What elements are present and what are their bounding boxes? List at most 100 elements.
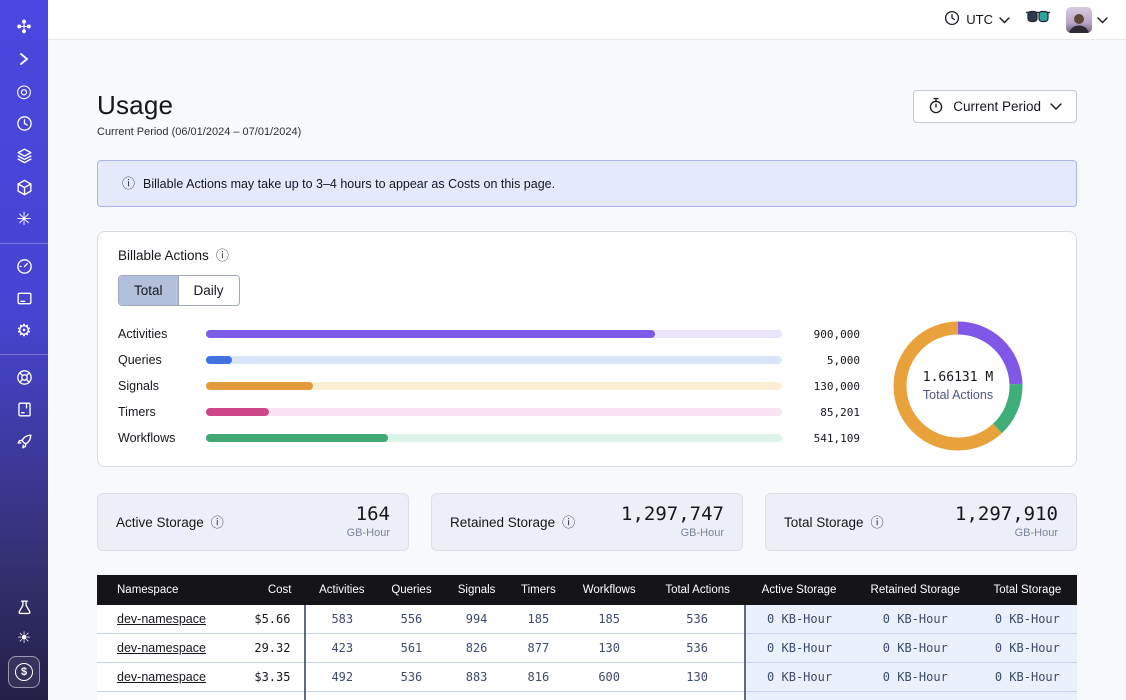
value-cell: 826 (445, 634, 509, 663)
info-icon[interactable] (216, 249, 229, 262)
bar-row-workflows: Workflows 541,109 (118, 425, 860, 451)
bar-fill (206, 382, 313, 390)
column-header-total-actions: Total Actions (650, 575, 745, 605)
deployments-cube-icon[interactable] (9, 172, 39, 202)
timezone-picker[interactable]: UTC (944, 10, 1010, 29)
support-lifebuoy-icon[interactable] (9, 362, 39, 392)
layers-icon[interactable] (9, 140, 39, 170)
value-cell: 994 (445, 605, 509, 634)
info-icon[interactable] (871, 516, 884, 529)
clock-icon (944, 10, 960, 29)
bar-label: Workflows (118, 431, 206, 445)
expand-chevron-icon[interactable] (9, 44, 39, 74)
bar-track (206, 434, 782, 442)
empty-cell (378, 692, 445, 700)
docs-book-icon[interactable] (9, 394, 39, 424)
column-header-total-storage: Total Storage (978, 575, 1077, 605)
namespaces-icon[interactable]: ◎ (9, 76, 39, 106)
bar-track (206, 382, 782, 390)
storage-summary-row: Active Storage164GB-Hour Retained Storage… (97, 493, 1077, 551)
empty-cell (235, 692, 305, 700)
billable-view-tabs: TotalDaily (118, 275, 240, 306)
timezone-label: UTC (966, 12, 993, 27)
user-avatar (1066, 7, 1092, 33)
bar-row-activities: Activities900,000 (118, 321, 860, 347)
namespace-link[interactable]: dev-namespace (117, 641, 206, 655)
namespace-cell: dev-namespace (97, 605, 235, 634)
value-cell: 0 KB-Hour (745, 605, 853, 634)
active-storage-card: Active Storage164GB-Hour (97, 493, 409, 551)
empty-cell (853, 692, 978, 700)
page-title: Usage (97, 90, 301, 121)
storage-card-label: Retained Storage (450, 515, 555, 530)
value-cell: 883 (445, 663, 509, 692)
bar-row-queries: Queries5,000 (118, 347, 860, 373)
theme-sun-icon[interactable]: ☀ (9, 624, 39, 654)
info-banner: Billable Actions may take up to 3–4 hour… (97, 160, 1077, 207)
namespace-link[interactable]: dev-namespace (117, 612, 206, 626)
chevron-down-icon (1050, 99, 1062, 114)
total-actions-donut: 1.66131 M Total Actions (860, 320, 1056, 452)
column-header-queries: Queries (378, 575, 445, 605)
value-cell: 0 KB-Hour (853, 605, 978, 634)
column-header-active-storage: Active Storage (745, 575, 853, 605)
value-cell: 877 (508, 634, 568, 663)
labs-flask-icon[interactable] (9, 592, 39, 622)
value-cell: 561 (378, 634, 445, 663)
bar-track (206, 330, 782, 338)
page-title-block: Usage Current Period (06/01/2024 – 07/01… (97, 90, 301, 138)
namespace-link[interactable]: dev-namespace (117, 670, 206, 684)
sidebar-nav: ✣ ◎ ✳ ⚙ ☀ (0, 0, 48, 700)
schedules-clock-icon[interactable] (9, 108, 39, 138)
main-area: UTC Usage Curren (48, 0, 1126, 700)
bar-label: Timers (118, 405, 206, 419)
empty-cell (745, 692, 853, 700)
billable-bar-chart: Activities900,000Queries5,000Signals130,… (118, 321, 860, 451)
tab-total[interactable]: Total (119, 276, 178, 305)
value-cell: 0 KB-Hour (853, 663, 978, 692)
tab-daily[interactable]: Daily (178, 276, 239, 305)
period-selector-button[interactable]: Current Period (913, 90, 1077, 123)
bar-label: Signals (118, 379, 206, 393)
getting-started-rocket-icon[interactable] (9, 426, 39, 456)
table-row: dev-namespace$5.665835569941851855360 KB… (97, 605, 1077, 634)
billable-actions-card: Billable Actions TotalDaily Activities90… (97, 231, 1077, 467)
empty-cell (978, 692, 1077, 700)
empty-cell (445, 692, 509, 700)
info-icon[interactable] (211, 516, 224, 529)
feedback-glasses-icon[interactable] (1026, 10, 1050, 29)
temporal-logo-icon[interactable]: ✣ (9, 12, 39, 42)
table-row-partial (97, 692, 1077, 700)
bar-fill (206, 330, 655, 338)
info-icon[interactable] (562, 516, 575, 529)
usage-gauge-icon[interactable] (9, 251, 39, 281)
storage-card-unit: GB-Hour (955, 527, 1058, 540)
column-header-namespace: Namespace (97, 575, 235, 605)
cost-cell: 29.32 (235, 634, 305, 663)
namespace-usage-table: NamespaceCostActivitiesQueriesSignalsTim… (97, 575, 1077, 700)
storage-card-unit: GB-Hour (621, 527, 724, 540)
storage-card-label: Total Storage (784, 515, 864, 530)
empty-cell (650, 692, 745, 700)
billable-actions-title: Billable Actions (118, 248, 209, 263)
settings-gear-icon[interactable]: ⚙ (9, 315, 39, 345)
column-header-retained-storage: Retained Storage (853, 575, 978, 605)
usage-dollar-icon[interactable] (8, 656, 40, 688)
value-cell: 0 KB-Hour (978, 605, 1077, 634)
bar-fill (206, 434, 388, 442)
storage-card-value: 164 (347, 504, 390, 526)
column-header-activities: Activities (305, 575, 378, 605)
column-header-workflows: Workflows (568, 575, 649, 605)
nexus-asterisk-icon[interactable]: ✳ (9, 204, 39, 234)
sidebar-divider (0, 243, 48, 244)
bar-value: 541,109 (782, 432, 860, 445)
value-cell: 0 KB-Hour (745, 663, 853, 692)
billing-window-icon[interactable] (9, 283, 39, 313)
table-row: dev-namespace29.324235618268771305360 KB… (97, 634, 1077, 663)
storage-card-value: 1,297,910 (955, 504, 1058, 526)
info-icon (122, 177, 135, 190)
value-cell: 536 (378, 663, 445, 692)
topbar: UTC (48, 0, 1126, 40)
bar-row-timers: Timers85,201 (118, 399, 860, 425)
user-menu[interactable] (1066, 7, 1108, 33)
